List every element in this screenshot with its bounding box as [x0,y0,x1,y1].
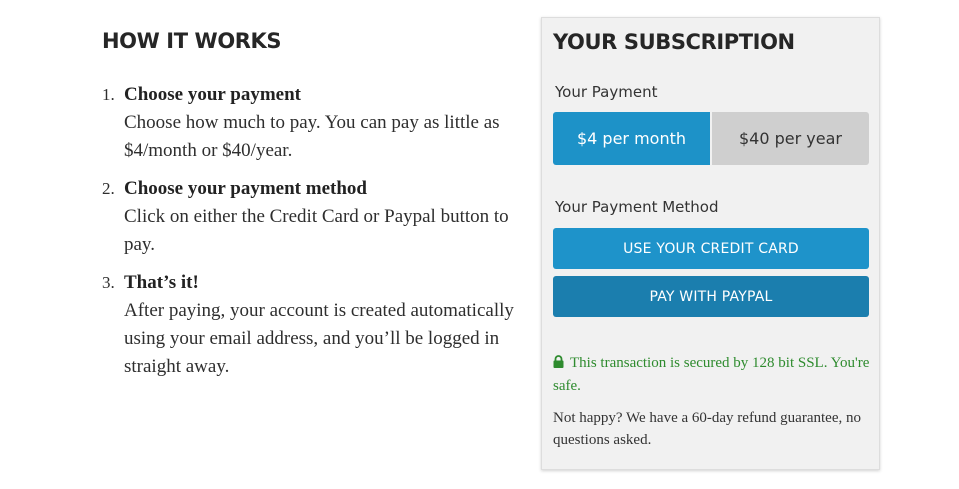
lock-icon [553,353,564,375]
step-text: Choose how much to pay. You can pay as l… [124,112,500,161]
step-text: After paying, your account is created au… [124,300,514,377]
yearly-option-button[interactable]: $40 per year [712,112,869,165]
payment-label: Your Payment [555,83,658,101]
how-it-works-title: HOW IT WORKS [102,29,282,53]
paypal-button[interactable]: PAY WITH PAYPAL [553,276,869,317]
how-it-works-section: HOW IT WORKS 1. Choose your payment Choo… [102,28,527,391]
credit-card-button[interactable]: USE YOUR CREDIT CARD [553,228,869,269]
step-number: 2. [102,179,115,198]
secure-notice: This transaction is secured by 128 bit S… [553,352,873,397]
step-item: 2. Choose your payment method Click on e… [102,175,527,259]
payment-method-label: Your Payment Method [555,198,719,216]
steps-list: 1. Choose your payment Choose how much t… [102,81,527,381]
step-text: Click on either the Credit Card or Paypa… [124,206,509,255]
step-title: Choose your payment [124,84,301,105]
step-item: 3. That’s it! After paying, your account… [102,269,527,381]
secure-text: This transaction is secured by 128 bit S… [553,355,870,394]
step-item: 1. Choose your payment Choose how much t… [102,81,527,165]
subscription-title: YOUR SUBSCRIPTION [553,30,795,54]
step-number: 1. [102,85,115,104]
step-title: Choose your payment method [124,178,367,199]
subscription-panel: YOUR SUBSCRIPTION Your Payment $4 per mo… [541,17,880,470]
monthly-option-button[interactable]: $4 per month [553,112,710,165]
step-title: That’s it! [124,272,199,293]
step-number: 3. [102,273,115,292]
refund-guarantee-text: Not happy? We have a 60-day refund guara… [553,410,861,448]
